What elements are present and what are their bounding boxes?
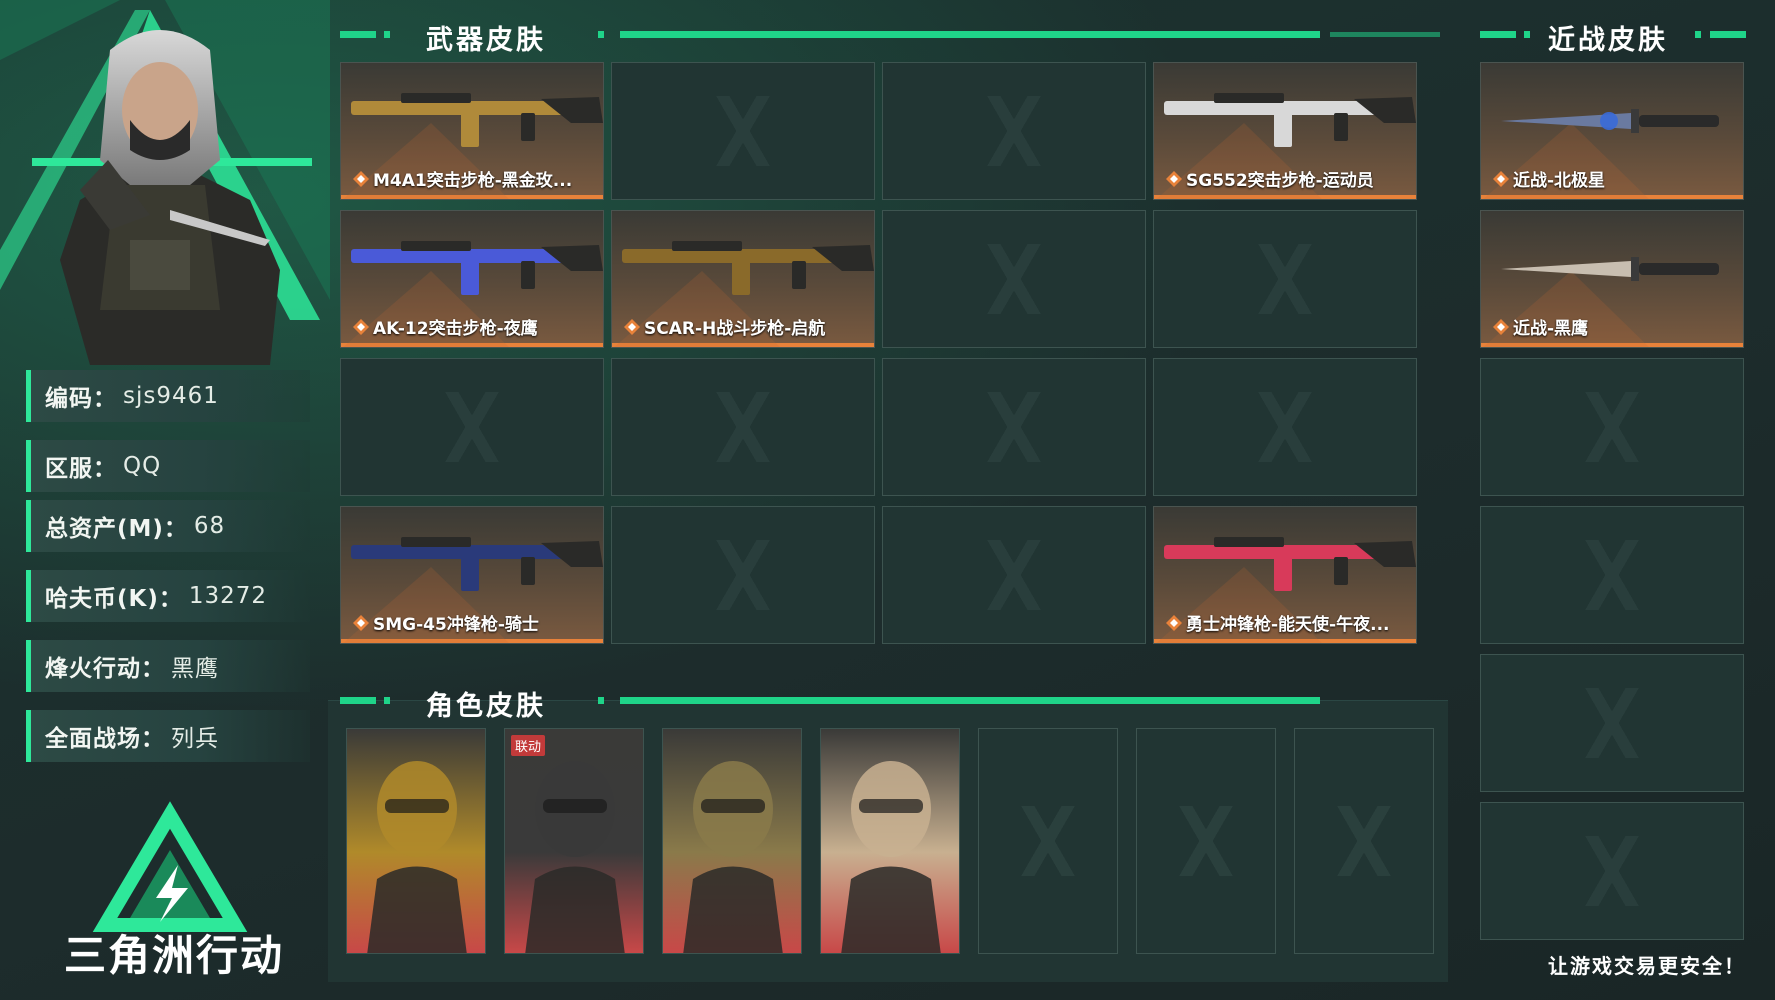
operator-portrait [841,761,941,953]
info-value: QQ [123,453,162,479]
rarity-diamond-icon [1166,170,1182,187]
info-key: 全面战场 [45,726,141,752]
melee-section-header: 近战皮肤 [1480,20,1750,56]
weapon-skin-label: M4A1突击步枪-黑金玫... [353,166,572,191]
collab-badge: 联动 [511,735,546,756]
empty-weapon-slot [611,506,875,644]
weapon-skin-label: SMG-45冲锋枪-骑士 [353,610,539,635]
empty-weapon-slot [611,62,875,200]
melee-skin-card[interactable]: 近战-北极星 [1480,62,1744,200]
empty-melee-slot [1480,802,1744,940]
weapon-skin-label: SCAR-H战斗步枪-启航 [624,314,825,339]
footer-slogan: 让游戏交易更安全！ [1548,954,1746,978]
empty-melee-slot [1480,506,1744,644]
empty-role-slot [978,728,1118,954]
rarity-diamond-icon [353,170,369,187]
empty-melee-slot [1480,358,1744,496]
rarity-diamond-icon [353,318,369,335]
empty-weapon-slot [611,358,875,496]
rarity-diamond-icon [1166,614,1182,631]
empty-melee-slot [1480,654,1744,792]
role-skin-card[interactable] [662,728,802,954]
info-row-assets: 总资产(M) ： 68 [26,500,310,552]
info-separator: ： [163,516,188,542]
weapon-skin-card[interactable]: M4A1突击步枪-黑金玫... [340,62,604,200]
weapon-skin-name: SCAR-H战斗步枪-启航 [644,319,826,339]
weapon-skin-card[interactable]: SCAR-H战斗步枪-启航 [611,210,875,348]
info-row-battlefield: 全面战场 ： 列兵 [26,710,310,762]
melee-skin-name: 近战-北极星 [1513,171,1606,191]
info-row-operation: 烽火行动 ： 黑鹰 [26,640,310,692]
weapon-skin-name: SMG-45冲锋枪-骑士 [373,615,539,635]
empty-weapon-slot [340,358,604,496]
info-value: 黑鹰 [171,656,219,682]
weapon-skin-name: SG552突击步枪-运动员 [1186,171,1374,191]
empty-weapon-slot [1153,358,1417,496]
melee-skin-label: 近战-北极星 [1493,166,1605,191]
weapon-skin-card[interactable]: SMG-45冲锋枪-骑士 [340,506,604,644]
role-section-title: 角色皮肤 [426,691,546,722]
empty-weapon-slot [882,506,1146,644]
info-value: 列兵 [171,726,219,752]
operator-portrait [525,761,625,953]
rarity-diamond-icon [624,318,640,335]
operator-portrait [367,761,467,953]
role-skin-card[interactable] [820,728,960,954]
weapon-section-header: 武器皮肤 [340,20,1445,56]
rarity-diamond-icon [353,614,369,631]
operator-portrait [683,761,783,953]
info-row-code: 编码 ： sjs9461 [26,370,310,422]
weapon-skin-label: SG552突击步枪-运动员 [1166,166,1374,191]
weapon-skin-card[interactable]: SG552突击步枪-运动员 [1153,62,1417,200]
weapon-section-title: 武器皮肤 [426,25,546,56]
rarity-diamond-icon [1493,170,1509,187]
info-key: 区服 [45,456,93,482]
weapon-skin-card[interactable]: 勇士冲锋枪-能天使-午夜... [1153,506,1417,644]
info-value: 13272 [188,583,268,609]
info-separator: ： [93,386,117,412]
info-value: 68 [193,513,226,539]
weapon-skin-label: 勇士冲锋枪-能天使-午夜... [1166,610,1390,635]
melee-skin-card[interactable]: 近战-黑鹰 [1480,210,1744,348]
role-skin-card[interactable]: 联动 [504,728,644,954]
info-row-server: 区服 ： QQ [26,440,310,492]
info-separator: ： [93,456,117,482]
empty-weapon-slot [882,210,1146,348]
info-key: 哈夫币(K) [45,586,159,612]
empty-weapon-slot [882,62,1146,200]
weapon-skin-label: AK-12突击步枪-夜鹰 [353,314,538,339]
empty-weapon-slot [882,358,1146,496]
info-key: 烽火行动 [45,656,141,682]
melee-skin-name: 近战-黑鹰 [1513,319,1589,339]
role-section-header: 角色皮肤 [340,686,1445,722]
profile-panel: 编码 ： sjs9461 区服 ： QQ 总资产(M) ： 68 哈夫币(K) … [0,0,330,1000]
info-key: 编码 [45,386,93,412]
weapon-skin-card[interactable]: AK-12突击步枪-夜鹰 [340,210,604,348]
weapon-skin-name: M4A1突击步枪-黑金玫... [373,171,573,191]
info-separator: ： [141,656,165,682]
role-skin-card[interactable] [346,728,486,954]
info-key: 总资产(M) [45,516,164,542]
game-logo-text: 三角洲行动 [64,931,285,980]
info-value: sjs9461 [123,383,219,409]
character-portrait [60,30,280,365]
info-separator: ： [141,726,165,752]
empty-role-slot [1294,728,1434,954]
info-separator: ： [158,586,183,612]
rarity-diamond-icon [1493,318,1509,335]
empty-weapon-slot [1153,210,1417,348]
info-row-coins: 哈夫币(K) ： 13272 [26,570,310,622]
melee-skin-label: 近战-黑鹰 [1493,314,1588,339]
weapon-skin-name: 勇士冲锋枪-能天使-午夜... [1186,615,1390,635]
melee-section-title: 近战皮肤 [1548,25,1668,56]
empty-role-slot [1136,728,1276,954]
weapon-skin-name: AK-12突击步枪-夜鹰 [373,319,538,339]
